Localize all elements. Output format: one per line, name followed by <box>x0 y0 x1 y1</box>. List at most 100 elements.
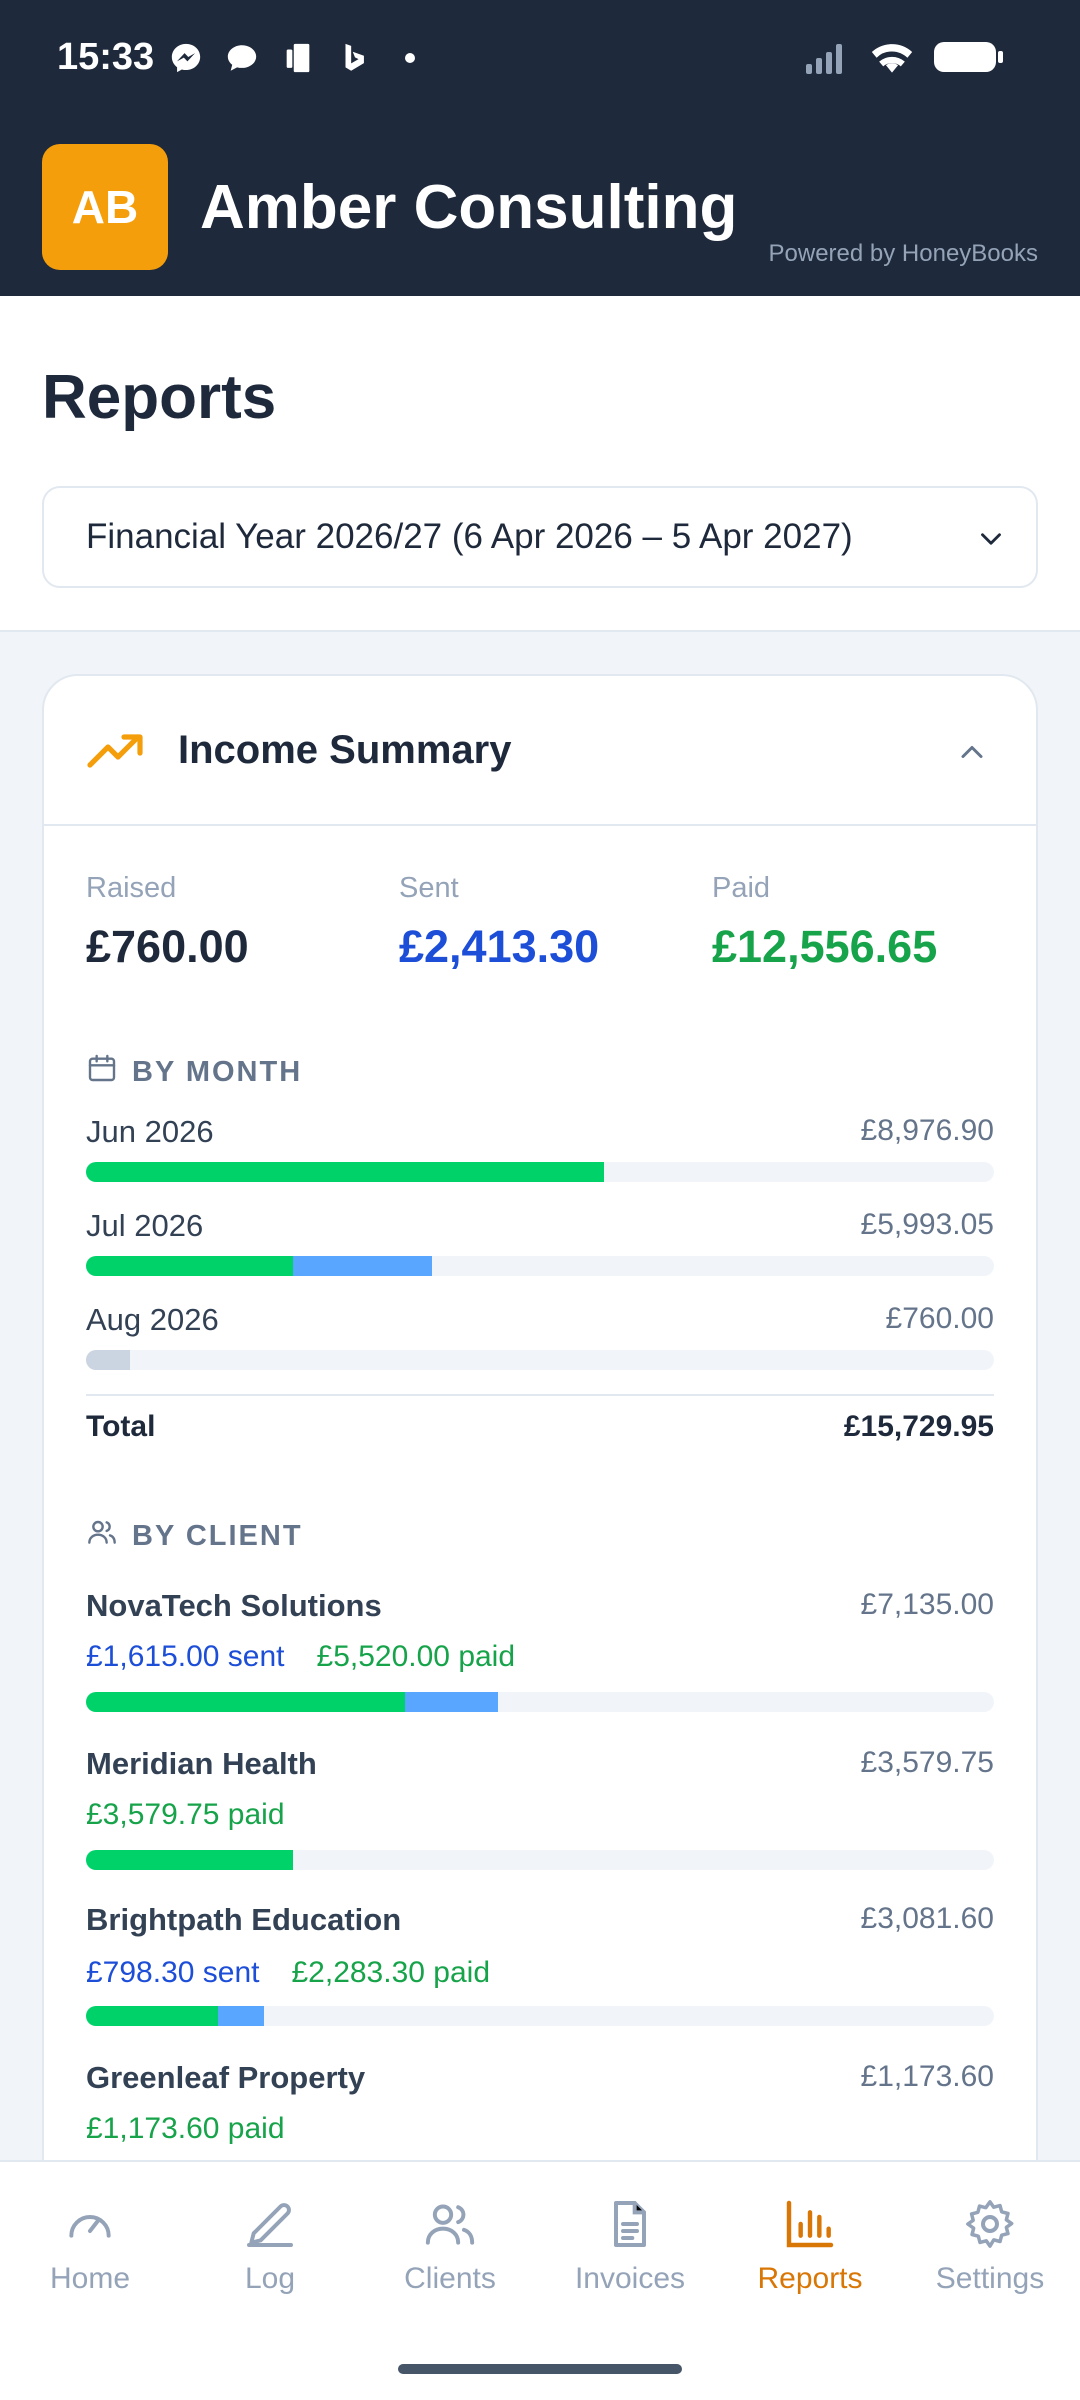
client-sent: £1,615.00 sent <box>86 1640 285 1673</box>
nav-settings[interactable]: Settings <box>900 2196 1080 2296</box>
nav-home-label: Home <box>49 2262 131 2295</box>
summary-stats: Raised £760.00 Sent £2,413.30 Paid £12,5… <box>86 872 996 982</box>
nav-log[interactable]: Log <box>180 2196 360 2296</box>
client-bar <box>86 1850 994 1870</box>
income-summary-card: Income Summary Raised £760.00 Sent £2,41… <box>42 674 1038 2234</box>
period-select[interactable]: Financial Year 2026/27 (6 Apr 2026 – 5 A… <box>42 486 1038 588</box>
client-name: Greenleaf Property <box>86 2060 366 2095</box>
sent-segment <box>404 1692 498 1712</box>
paid-segment <box>86 1256 293 1276</box>
client-name: NovaTech Solutions <box>86 1588 382 1623</box>
month-bar <box>86 1162 994 1182</box>
page-title: Reports <box>42 363 277 432</box>
client-paid: £1,173.60 paid <box>86 2112 285 2145</box>
client-name: Meridian Health <box>86 1746 317 1781</box>
sent-segment <box>292 1256 432 1276</box>
gauge-icon <box>69 2215 111 2238</box>
month-bar <box>86 1256 994 1276</box>
client-paid: £2,283.30 paid <box>291 1956 490 1989</box>
client-paid: £5,520.00 paid <box>316 1640 516 1673</box>
income-summary-header[interactable]: Income Summary <box>44 676 1036 826</box>
nav-home[interactable]: Home <box>0 2196 180 2296</box>
client-name: Brightpath Education <box>86 1902 402 1937</box>
system-icons <box>804 40 1004 79</box>
nav-settings-label: Settings <box>935 2262 1045 2295</box>
status-bar: 15:33 <box>0 0 1080 118</box>
stat-raised-label: Raised <box>86 872 177 904</box>
reports-header-panel: Reports Financial Year 2026/27 (6 Apr 20… <box>0 296 1080 632</box>
income-summary-title: Income Summary <box>178 728 512 772</box>
messenger-icon <box>168 40 204 76</box>
total-value: £15,729.95 <box>843 1410 994 1443</box>
paid-segment <box>86 2006 218 2026</box>
battery-icon <box>932 40 1004 79</box>
client-sent: £798.30 sent <box>86 1956 260 1989</box>
client-total: £3,081.60 <box>860 1902 994 1935</box>
month-value: £8,976.90 <box>860 1114 994 1147</box>
paid-segment <box>86 1692 405 1712</box>
client-breakdown: £1,615.00 sent £5,520.00 paid <box>86 1640 515 1674</box>
nav-log-label: Log <box>244 2262 296 2295</box>
client-total: £3,579.75 <box>860 1746 994 1779</box>
by-month-heading: BY MONTH <box>86 1052 302 1092</box>
nav-invoices-label: Invoices <box>574 2262 686 2295</box>
nav-reports-label: Reports <box>757 2262 863 2295</box>
chevron-up-icon[interactable] <box>952 734 992 775</box>
bing-icon <box>336 40 372 76</box>
app-header: 15:33 AB Amber Consulting Powered by Hon… <box>0 0 1080 296</box>
client-bar <box>86 1692 994 1712</box>
total-label: Total <box>86 1410 156 1443</box>
by-month-title: BY MONTH <box>132 1055 303 1088</box>
month-value: £760.00 <box>885 1302 994 1335</box>
paid-segment <box>86 1850 293 1870</box>
raised-segment <box>86 1350 130 1370</box>
stat-raised-value: £760.00 <box>86 921 249 972</box>
users-icon <box>86 1516 118 1556</box>
stat-sent-value: £2,413.30 <box>399 921 600 972</box>
period-select-value: Financial Year 2026/27 (6 Apr 2026 – 5 A… <box>86 517 853 556</box>
brand: AB Amber Consulting <box>42 144 737 270</box>
nav-reports[interactable]: Reports <box>720 2196 900 2296</box>
company-name: Amber Consulting <box>200 172 738 242</box>
by-client-heading: BY CLIENT <box>86 1516 303 1556</box>
wifi-icon <box>870 40 914 79</box>
paid-segment <box>86 1162 605 1182</box>
home-indicator[interactable] <box>398 2364 682 2374</box>
client-bar <box>86 2006 994 2026</box>
powered-by: Powered by HoneyBooks <box>768 240 1038 267</box>
total-divider <box>86 1394 994 1396</box>
stat-raised: Raised £760.00 <box>86 872 249 973</box>
nav-clients[interactable]: Clients <box>360 2196 540 2296</box>
stat-paid: Paid £12,556.65 <box>712 872 937 973</box>
notification-icons <box>168 40 428 76</box>
signal-icon <box>804 40 852 79</box>
client-total: £7,135.00 <box>860 1588 994 1621</box>
company-logo: AB <box>42 144 168 270</box>
client-paid: £3,579.75 paid <box>86 1798 285 1831</box>
month-label: Jun 2026 <box>86 1114 214 1149</box>
calendar-icon <box>86 1052 118 1092</box>
month-value: £5,993.05 <box>860 1208 994 1241</box>
stat-paid-label: Paid <box>712 872 771 904</box>
chat-icon <box>224 40 260 76</box>
stat-sent: Sent £2,413.30 <box>399 872 599 973</box>
client-breakdown: £1,173.60 paid <box>86 2112 285 2146</box>
client-total: £1,173.60 <box>860 2060 994 2093</box>
pencil-icon <box>247 2203 293 2247</box>
sent-segment <box>217 2006 264 2026</box>
month-bar <box>86 1350 994 1370</box>
document-icon <box>614 2201 646 2247</box>
bar-chart-icon <box>786 2200 834 2248</box>
client-breakdown: £798.30 sent £2,283.30 paid <box>86 1956 490 1990</box>
month-label: Jul 2026 <box>86 1208 204 1243</box>
nav-invoices[interactable]: Invoices <box>540 2196 720 2296</box>
nav-clients-label: Clients <box>404 2262 496 2295</box>
stat-sent-label: Sent <box>399 872 459 904</box>
stat-paid-value: £12,556.65 <box>712 921 938 972</box>
by-client-title: BY CLIENT <box>132 1519 303 1552</box>
users-icon <box>425 2204 475 2245</box>
trending-up-icon <box>86 731 146 776</box>
chevron-down-icon <box>974 522 1008 565</box>
month-label: Aug 2026 <box>86 1302 219 1337</box>
cards-icon <box>280 40 316 76</box>
